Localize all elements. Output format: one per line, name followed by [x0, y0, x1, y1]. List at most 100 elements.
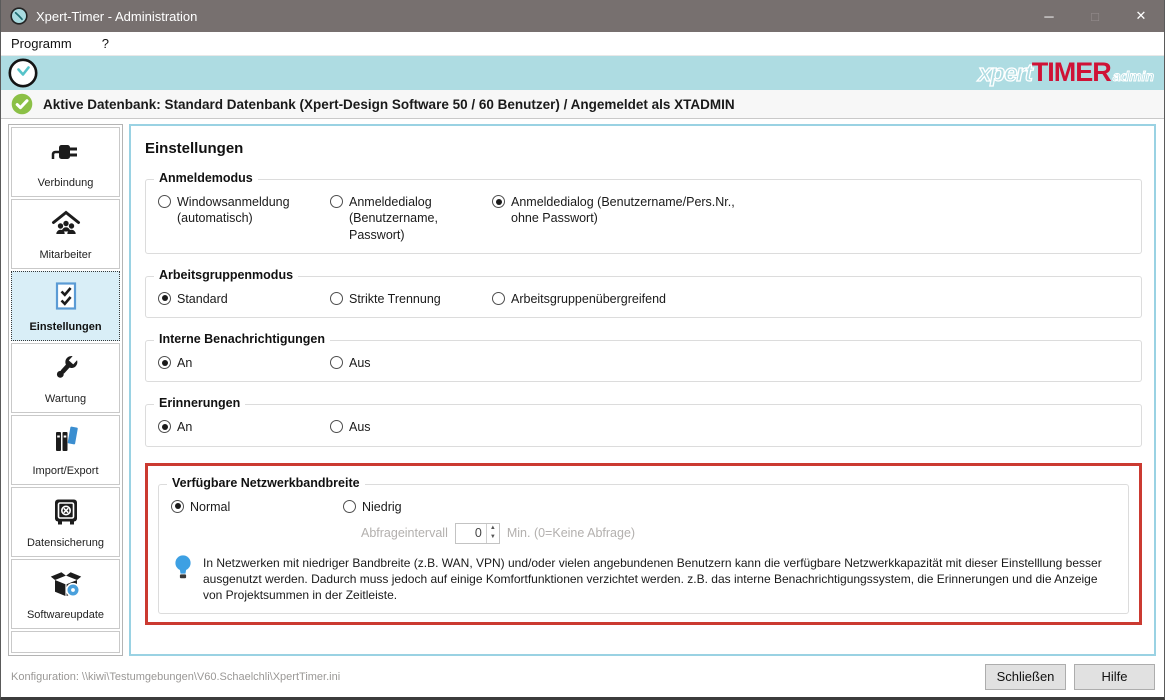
statusbar: Aktive Datenbank: Standard Datenbank (Xp…: [1, 90, 1164, 119]
radio-checked-icon[interactable]: [158, 420, 171, 433]
footer: Konfiguration: \\kiwi\Testumgebungen\V60…: [1, 660, 1164, 697]
sidebar-item-wartung[interactable]: Wartung: [11, 343, 120, 413]
config-path: Konfiguration: \\kiwi\Testumgebungen\V60…: [11, 671, 340, 683]
group-erinnerungen: ErinnerungenAnAus: [145, 404, 1142, 446]
interval-row: Abfrageintervall 0 ▲ ▼ Min. (0=Keine Abf…: [361, 523, 1118, 544]
sidebar-item-mitarbeiter[interactable]: Mitarbeiter: [11, 199, 120, 269]
radio-option-label: Aus: [349, 419, 371, 435]
radio-option-an[interactable]: An: [158, 355, 330, 371]
interval-label: Abfrageintervall: [361, 526, 448, 540]
radio-unchecked-icon[interactable]: [330, 195, 343, 208]
app-clock-icon: [10, 7, 28, 25]
radio-option-standard[interactable]: Standard: [158, 291, 330, 307]
window-controls: ─ □ ✕: [1026, 0, 1164, 32]
bandwidth-info-text: In Netzwerken mit niedriger Bandbreite (…: [203, 554, 1118, 604]
logo-xpert-text: xpert: [978, 60, 1032, 88]
radio-option-strikte-trennung[interactable]: Strikte Trennung: [330, 291, 492, 307]
plug-icon: [49, 135, 83, 174]
sidebar-item-label: Mitarbeiter: [40, 249, 92, 261]
sidebar-item-label: Einstellungen: [29, 321, 101, 333]
radio-unchecked-icon[interactable]: [330, 356, 343, 369]
radio-unchecked-icon[interactable]: [343, 500, 356, 513]
help-button[interactable]: Hilfe: [1074, 664, 1155, 690]
wrench-icon: [49, 351, 83, 390]
sidebar-item-softwareupdate[interactable]: Softwareupdate: [11, 559, 120, 629]
radio-checked-icon[interactable]: [158, 356, 171, 369]
body: Verbindung Mitarbeiter Einstellungen Wartun…: [1, 119, 1164, 660]
interval-spinner[interactable]: 0 ▲ ▼: [455, 523, 500, 544]
group-anmeldemodus: AnmeldemodusWindowsanmeldung (automatisc…: [145, 179, 1142, 254]
sidebar-item-label: Import/Export: [32, 465, 98, 477]
radio-option-label: Anmeldedialog (Benutzername, Passwort): [349, 194, 492, 243]
sidebar-empty-slot: [11, 631, 120, 653]
sidebar-item-label: Datensicherung: [27, 537, 104, 549]
radio-option-label: Windowsanmeldung (automatisch): [177, 194, 290, 227]
radio-unchecked-icon[interactable]: [158, 195, 171, 208]
banner-clock-icon: [7, 57, 39, 89]
settings-panel: Einstellungen AnmeldemodusWindowsanmeldu…: [129, 124, 1156, 656]
group-label: Erinnerungen: [154, 396, 245, 410]
radio-option-label: Anmeldedialog (Benutzername/Pers.Nr., oh…: [511, 194, 735, 227]
spin-down-icon[interactable]: ▼: [487, 533, 499, 543]
maximize-button[interactable]: □: [1072, 0, 1118, 32]
active-database-status: Aktive Datenbank: Standard Datenbank (Xp…: [43, 97, 735, 112]
radio-option-normal[interactable]: Normal: [171, 499, 343, 515]
radio-unchecked-icon[interactable]: [330, 420, 343, 433]
menu-programm[interactable]: Programm: [1, 32, 81, 55]
radio-option-label: Aus: [349, 355, 371, 371]
radio-option-label: Niedrig: [362, 499, 402, 515]
safe-icon: [49, 495, 83, 534]
sidebar-item-import-export[interactable]: Import/Export: [11, 415, 120, 485]
menubar: Programm ?: [1, 32, 1164, 56]
group-arbeitsgruppenmodus: ArbeitsgruppenmodusStandardStrikte Trenn…: [145, 276, 1142, 318]
radio-unchecked-icon[interactable]: [492, 292, 505, 305]
sidebar-item-datensicherung[interactable]: Datensicherung: [11, 487, 120, 557]
radio-checked-icon[interactable]: [492, 195, 505, 208]
radio-unchecked-icon[interactable]: [330, 292, 343, 305]
sidebar-item-label: Verbindung: [38, 177, 94, 189]
checklist-icon: [49, 279, 83, 318]
radio-option-aus[interactable]: Aus: [330, 419, 492, 435]
radio-option-windowsanmeldung[interactable]: Windowsanmeldung (automatisch): [158, 194, 330, 227]
minimize-button[interactable]: ─: [1026, 0, 1072, 32]
radio-option-label: An: [177, 419, 192, 435]
software-update-icon: [49, 567, 83, 606]
sidebar-item-verbindung[interactable]: Verbindung: [11, 127, 120, 197]
bandwidth-highlight-box: Verfügbare Netzwerkbandbreite NormalNied…: [145, 463, 1142, 626]
status-check-icon: [11, 93, 33, 115]
radio-option-niedrig[interactable]: Niedrig: [343, 499, 505, 515]
lightbulb-icon: [173, 554, 193, 581]
radio-checked-icon[interactable]: [171, 500, 184, 513]
radio-option-anmeldedialog-benutzername-pers-nr[interactable]: Anmeldedialog (Benutzername/Pers.Nr., oh…: [492, 194, 1131, 227]
group-label: Arbeitsgruppenmodus: [154, 268, 298, 282]
window-title: Xpert-Timer - Administration: [36, 9, 197, 24]
close-button[interactable]: ✕: [1118, 0, 1164, 32]
radio-option-label: Arbeitsgruppenübergreifend: [511, 291, 666, 307]
spinner-buttons: ▲ ▼: [486, 524, 499, 543]
sidebar-item-label: Softwareupdate: [27, 609, 104, 621]
interval-suffix: Min. (0=Keine Abfrage): [507, 526, 635, 540]
menu-help[interactable]: ?: [93, 32, 118, 55]
logo-timer-text: TIMER: [1032, 59, 1111, 86]
spin-up-icon[interactable]: ▲: [487, 524, 499, 534]
app-window: Xpert-Timer - Administration ─ □ ✕ Progr…: [0, 0, 1165, 700]
radio-option-anmeldedialog[interactable]: Anmeldedialog (Benutzername, Passwort): [330, 194, 492, 243]
group-netzwerkbandbreite: Verfügbare Netzwerkbandbreite NormalNied…: [158, 484, 1129, 615]
radio-option-label: Normal: [190, 499, 230, 515]
radio-option-aus[interactable]: Aus: [330, 355, 492, 371]
logo-admin-text: admin: [1113, 68, 1154, 84]
xpert-timer-logo: xpert TIMER admin: [978, 59, 1158, 88]
radio-checked-icon[interactable]: [158, 292, 171, 305]
radio-option-label: Standard: [177, 291, 228, 307]
radio-option-label: Strikte Trennung: [349, 291, 441, 307]
close-dialog-button[interactable]: Schließen: [985, 664, 1066, 690]
import-export-icon: [49, 423, 83, 462]
radio-option-an[interactable]: An: [158, 419, 330, 435]
sidebar-item-einstellungen[interactable]: Einstellungen: [11, 271, 120, 341]
radio-option-arbeitsgruppen-bergreifend[interactable]: Arbeitsgruppenübergreifend: [492, 291, 1131, 307]
brand-banner: xpert TIMER admin: [1, 56, 1164, 90]
bandwidth-info: In Netzwerken mit niedriger Bandbreite (…: [171, 554, 1118, 604]
interval-value[interactable]: 0: [456, 524, 486, 543]
team-house-icon: [49, 207, 83, 246]
radio-option-label: An: [177, 355, 192, 371]
